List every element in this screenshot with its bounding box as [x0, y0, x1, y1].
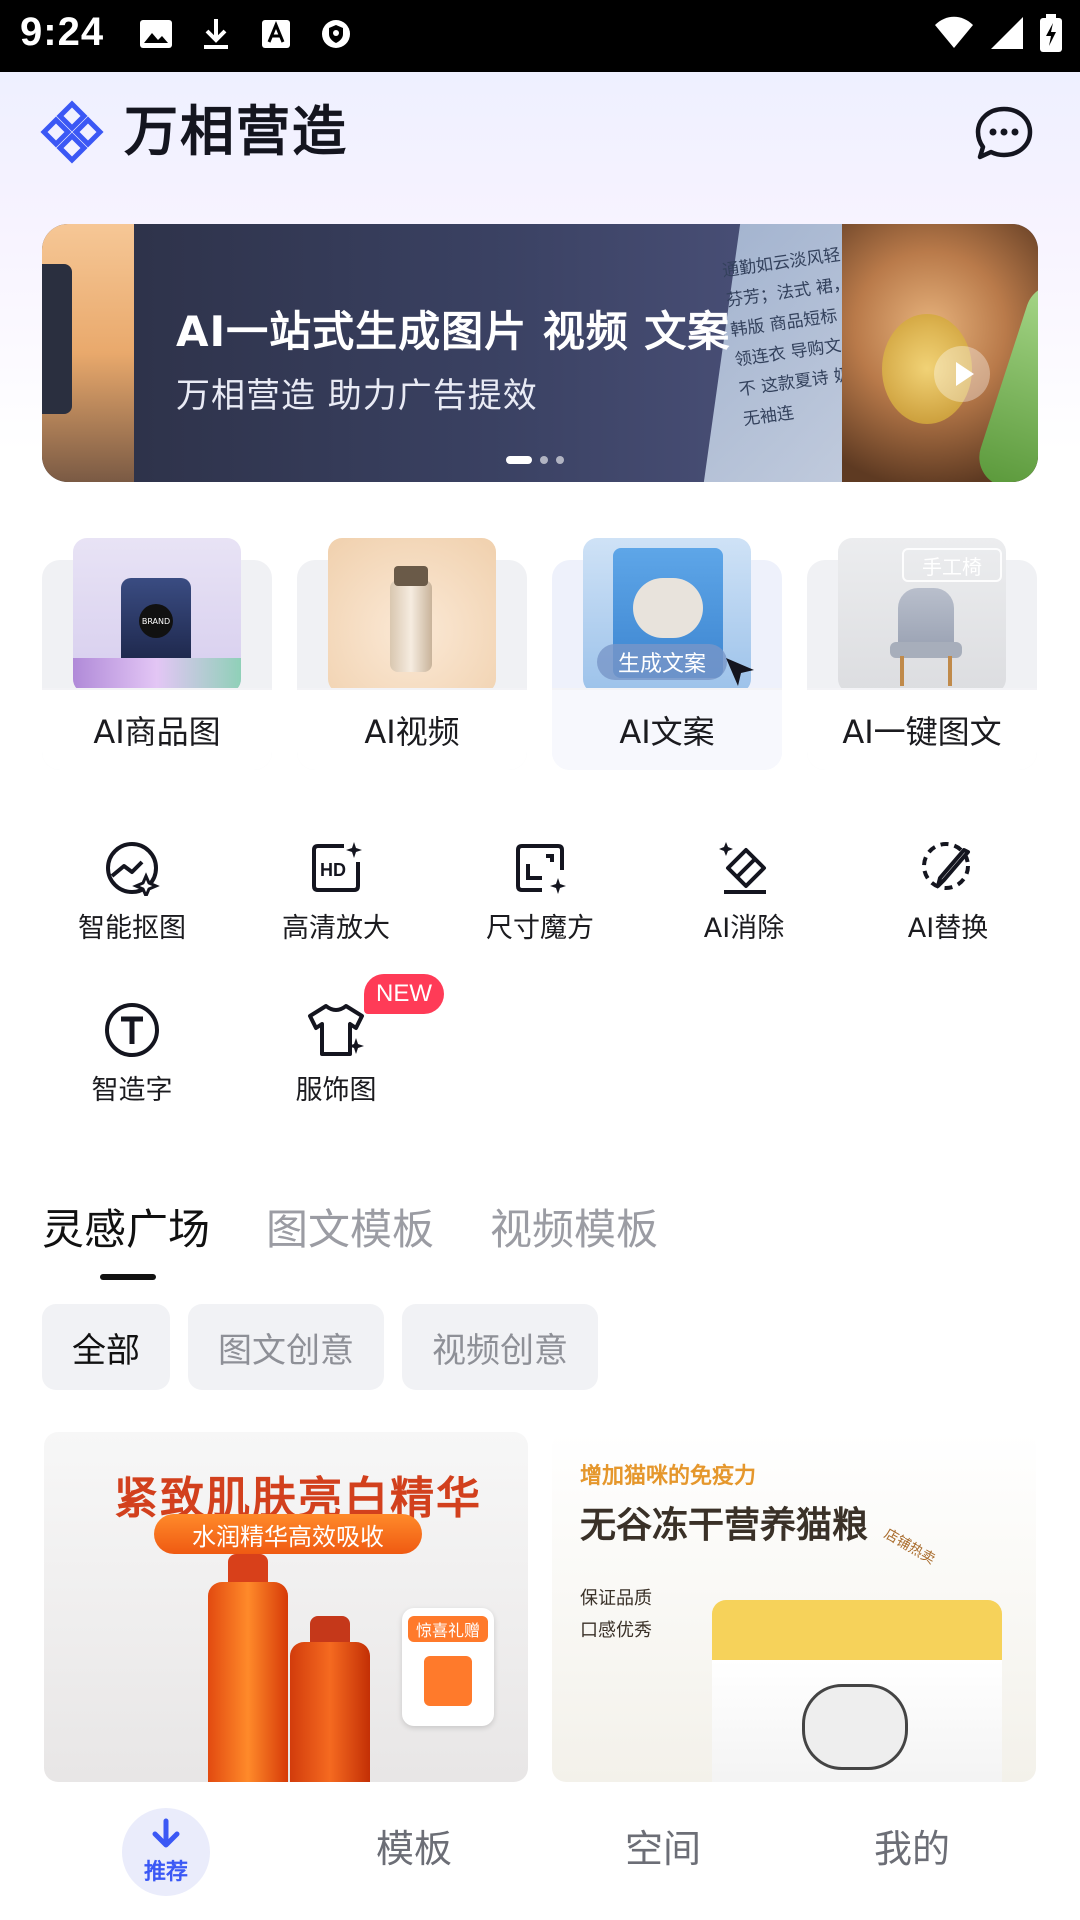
card-pill: 水润精华高效吸收 [154, 1514, 422, 1554]
feature-label: AI商品图 [42, 690, 272, 770]
feature-label: AI一键图文 [807, 690, 1037, 770]
gift-icon [424, 1656, 472, 1706]
banner-page-indicator [506, 456, 564, 464]
tool-smart-cutout[interactable]: 智能抠图 [72, 840, 192, 945]
chip-all[interactable]: 全部 [42, 1304, 170, 1390]
nav-recommend[interactable]: 推荐 [122, 1808, 210, 1896]
banner-play-button[interactable] [932, 344, 992, 408]
tab-video-templates[interactable]: 视频模板 [490, 1196, 658, 1257]
filter-chips: 全部 图文创意 视频创意 [42, 1304, 598, 1390]
card-bullet: 保证品质 [580, 1588, 652, 1609]
cursor-icon [726, 658, 754, 686]
tool-label: 智能抠图 [78, 913, 186, 944]
status-time: 9:24 [20, 10, 105, 54]
chip-video-creative[interactable]: 视频创意 [402, 1304, 598, 1390]
banner-title: AI一站式生成图片 视频 文案 [176, 307, 731, 356]
tab-inspiration[interactable]: 灵感广场 [42, 1196, 210, 1257]
tool-label: 尺寸魔方 [486, 913, 594, 944]
card-stamp: 店铺热卖 [881, 1525, 938, 1568]
tool-clothing-image[interactable]: 服饰图 [276, 1002, 396, 1107]
banner-dot-active [506, 456, 532, 464]
arrow-down-icon [152, 1818, 180, 1848]
vpn-notification-icon [316, 14, 356, 54]
feature-image-foundation [328, 538, 496, 693]
tool-label: AI替换 [907, 913, 989, 944]
tool-smart-text[interactable]: 智造字 [72, 1002, 192, 1107]
chip-image-creative[interactable]: 图文创意 [188, 1304, 384, 1390]
nav-templates[interactable]: 模板 [376, 1818, 452, 1873]
resize-icon [516, 844, 566, 894]
battery-icon [1040, 14, 1062, 52]
cat-face [633, 578, 703, 638]
tool-label: 服饰图 [295, 1075, 377, 1106]
tool-label: 智造字 [91, 1075, 173, 1106]
tool-hd-upscale[interactable]: HD 高清放大 [276, 840, 396, 945]
feature-image-perfume: BRAND [73, 538, 241, 693]
feature-image-chair: 手工椅 [838, 538, 1006, 693]
eraser-icon [719, 842, 766, 894]
serum-bottle [208, 1582, 288, 1782]
image-notification-icon [136, 14, 176, 54]
status-notification-icons [136, 14, 356, 54]
tshirt-icon [308, 1004, 364, 1056]
tool-label: AI消除 [703, 913, 785, 944]
tab-image-templates[interactable]: 图文模板 [266, 1196, 434, 1257]
feature-label: AI视频 [297, 690, 527, 770]
font-notification-icon [256, 14, 296, 54]
banner-dot [556, 456, 564, 464]
content-tabs: 灵感广场 图文模板 视频模板 [42, 1196, 658, 1257]
new-badge: NEW [364, 974, 444, 1014]
chair-leg [900, 656, 904, 686]
wifi-icon [935, 16, 973, 48]
feature-label: AI文案 [552, 690, 782, 770]
content-card-serum[interactable]: 紧致肌肤亮白精华 水润精华高效吸收 惊喜礼赠 [44, 1432, 528, 1782]
card-bullet: 口感优秀 [580, 1620, 652, 1641]
perfume-flowers [73, 658, 241, 693]
card-small-heading: 增加猫咪的免疫力 [580, 1464, 757, 1489]
banner-subtitle: 万相营造 助力广告提效 [176, 376, 538, 416]
tool-ai-erase[interactable]: AI消除 [684, 840, 804, 945]
svg-text:HD: HD [320, 860, 346, 880]
feature-overlay-tag: 手工椅 [902, 548, 1002, 582]
chair-back [898, 588, 954, 650]
app-title: 万相营造 [124, 100, 348, 163]
banner-peek-strip [42, 264, 72, 414]
tool-label: 高清放大 [282, 913, 390, 944]
card-title: 无谷冻干营养猫粮 [580, 1505, 869, 1546]
message-button[interactable] [974, 104, 1034, 164]
hd-upscale-icon: HD [312, 842, 362, 892]
feature-overlay-chip: 生成文案 [597, 644, 727, 680]
smart-cutout-icon [106, 842, 160, 896]
cat-food-bag-image [712, 1600, 1002, 1782]
content-card-cat-food[interactable]: 增加猫咪的免疫力 无谷冻干营养猫粮 店铺热卖 保证品质 口感优秀 [552, 1432, 1036, 1782]
brush-icon [922, 842, 970, 890]
play-icon [934, 346, 990, 402]
tool-resize[interactable]: 尺寸魔方 [480, 840, 600, 945]
tool-ai-replace[interactable]: AI替换 [888, 840, 1008, 945]
chair-leg [948, 656, 952, 686]
chat-bubble-icon [975, 106, 1033, 160]
perfume-label: BRAND [139, 604, 173, 638]
nav-label: 推荐 [143, 1860, 188, 1885]
gift-badge: 惊喜礼赠 [402, 1608, 494, 1726]
signal-icon [991, 17, 1023, 49]
gift-tag: 惊喜礼赠 [408, 1616, 488, 1642]
nav-mine[interactable]: 我的 [874, 1818, 950, 1873]
text-icon [105, 1003, 159, 1057]
status-system-icons [934, 14, 1062, 52]
download-notification-icon [196, 14, 236, 54]
nav-space[interactable]: 空间 [625, 1818, 701, 1873]
foundation-cap [394, 566, 428, 586]
serum-bottle [290, 1642, 370, 1782]
foundation-bottle [390, 580, 432, 672]
banner-dot [540, 456, 548, 464]
cat-face-image [802, 1684, 908, 1770]
app-logo-icon [40, 100, 104, 164]
status-bar: 9:24 [0, 0, 1080, 72]
active-tab-indicator [100, 1274, 156, 1280]
